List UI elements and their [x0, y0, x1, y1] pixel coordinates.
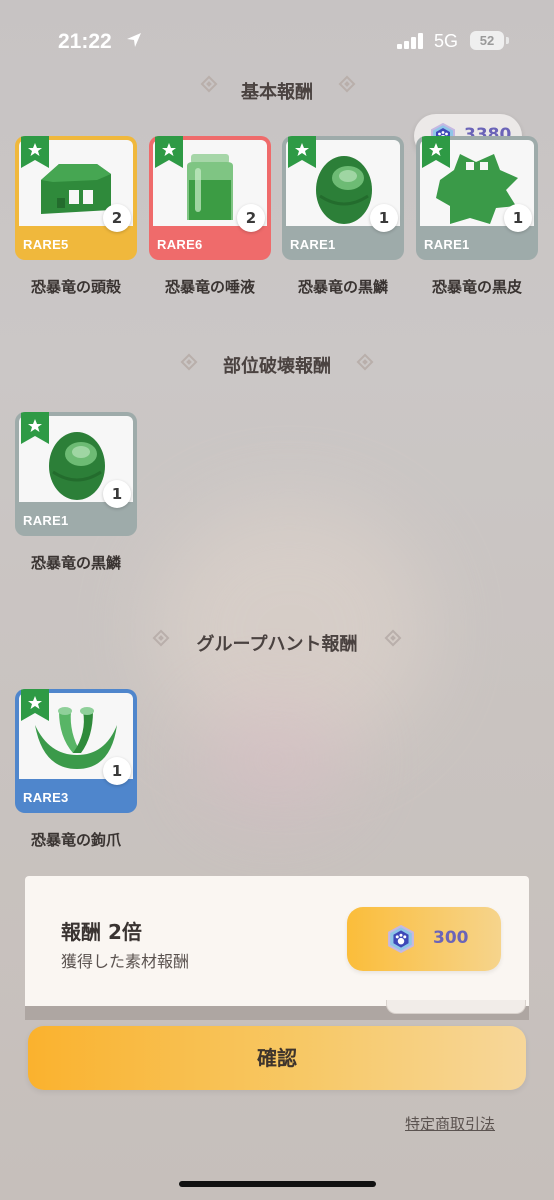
item-count-badge: 2	[237, 204, 265, 232]
double-reward-title: 報酬 2倍	[61, 920, 142, 944]
paw-gem-icon	[388, 925, 414, 953]
star-ribbon-icon	[21, 689, 49, 721]
item-name: 恐暴竜の鉤爪	[30, 831, 121, 849]
rarity-label: RARE1	[424, 237, 470, 252]
signal-bars-icon	[397, 33, 423, 49]
background-glow	[200, 700, 350, 820]
home-indicator[interactable]	[179, 1181, 376, 1187]
star-ribbon-icon	[422, 136, 450, 168]
item-count-badge: 1	[370, 204, 398, 232]
panel-underlay-button	[386, 1000, 526, 1014]
rarity-label: RARE1	[23, 513, 69, 528]
confirm-button[interactable]: 確認	[28, 1026, 526, 1090]
star-ribbon-icon	[21, 412, 49, 444]
star-ribbon-icon	[155, 136, 183, 168]
item-count-badge: 1	[504, 204, 532, 232]
item-name: 恐暴竜の黒皮	[431, 278, 522, 296]
network-type: 5G	[434, 31, 459, 51]
reward-card[interactable]: 2 RARE6	[149, 136, 271, 260]
battery-icon: 52	[470, 31, 504, 50]
item-count-badge: 1	[103, 757, 131, 785]
rarity-label: RARE1	[290, 237, 336, 252]
rarity-label: RARE6	[157, 237, 203, 252]
double-reward-price: 300	[433, 928, 469, 948]
battery-tip	[506, 37, 509, 44]
section-title-group-hunt: グループハント報酬	[196, 634, 358, 655]
rarity-label: RARE5	[23, 237, 69, 252]
reward-card[interactable]: 1 RARE1	[15, 412, 137, 536]
item-name: 恐暴竜の頭殻	[30, 278, 121, 296]
commercial-law-link[interactable]: 特定商取引法	[405, 1113, 495, 1134]
double-reward-subtitle: 獲得した素材報酬	[61, 952, 190, 971]
rarity-label: RARE3	[23, 790, 69, 805]
star-ribbon-icon	[21, 136, 49, 168]
reward-card[interactable]: 1 RARE1	[416, 136, 538, 260]
double-reward-panel: 報酬 2倍 獲得した素材報酬 300	[25, 876, 529, 1006]
location-arrow-icon	[127, 33, 141, 47]
reward-card[interactable]: 1 RARE1	[282, 136, 404, 260]
item-name: 恐暴竜の黒鱗	[297, 278, 388, 296]
item-name: 恐暴竜の唾液	[164, 278, 255, 296]
reward-card[interactable]: 1 RARE3	[15, 689, 137, 813]
double-reward-purchase-button[interactable]: 300	[347, 907, 501, 971]
star-ribbon-icon	[288, 136, 316, 168]
section-title-part-break: 部位破壊報酬	[223, 356, 331, 377]
item-count-badge: 2	[103, 204, 131, 232]
item-name: 恐暴竜の黒鱗	[30, 554, 121, 572]
reward-card[interactable]: 2 RARE5	[15, 136, 137, 260]
status-time: 21:22	[58, 30, 112, 53]
item-count-badge: 1	[103, 480, 131, 508]
